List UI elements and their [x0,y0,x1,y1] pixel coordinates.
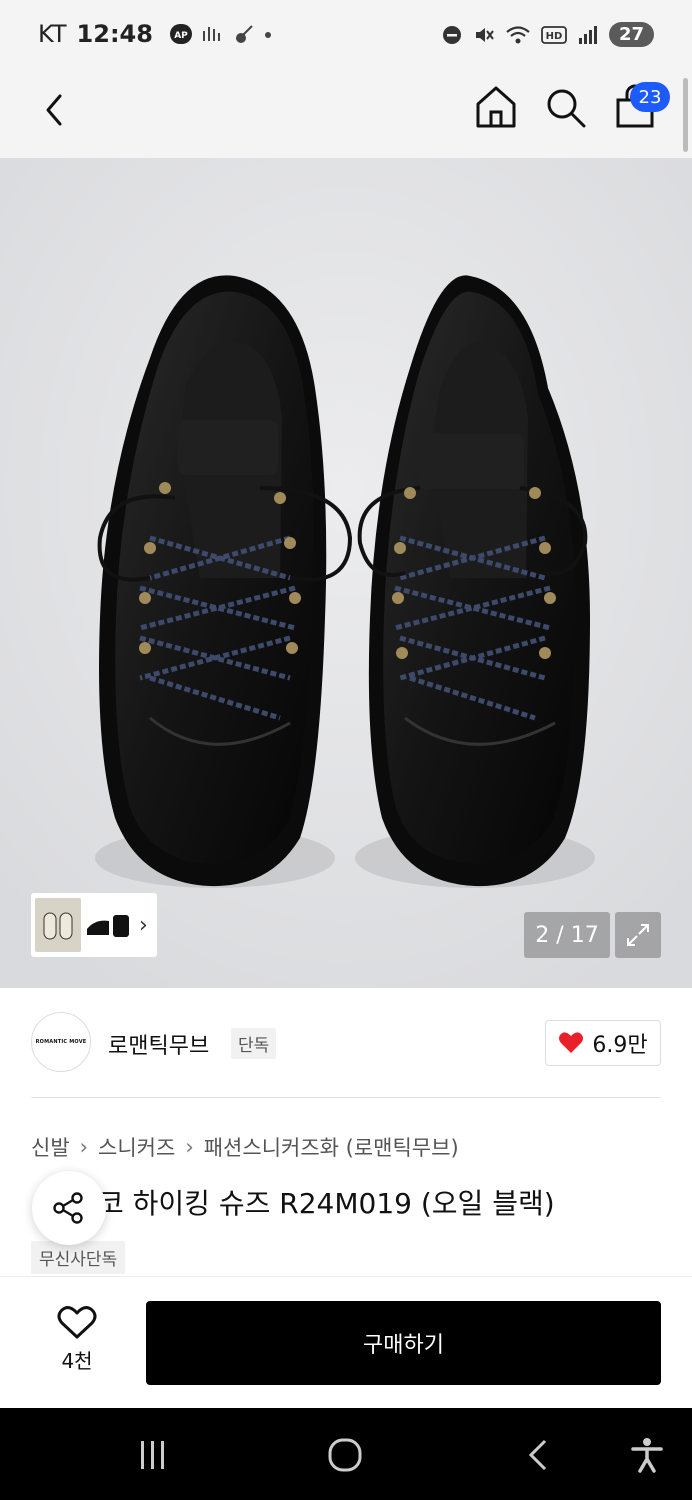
chevron-right-icon: › [79,1135,89,1159]
home-circle-icon [328,1438,362,1472]
search-icon [547,89,586,128]
status-left: KT 12:48 AP [38,20,273,48]
brand-logo-text: ROMANTIC MOVE [35,1039,87,1045]
search-button[interactable] [544,86,588,130]
product-title: 코 하이킹 슈즈 R24M019 (오일 블랙) [98,1187,555,1220]
svg-text:AP: AP [174,31,188,41]
shoe-thumbnail [43,912,73,940]
breadcrumb-item-sneakers[interactable]: 스니커즈 [98,1132,175,1162]
cart-count-badge: 23 [630,82,670,112]
purchase-bar: 4천 구매하기 [0,1276,692,1408]
shoe-thumbnail [87,915,129,937]
app-header [0,70,692,158]
chevron-left-icon [46,94,62,126]
scrollbar-thumb[interactable] [683,78,688,152]
back-button[interactable] [36,88,76,132]
exclusive-tag: 단독 [231,1028,277,1059]
status-bar: KT 12:48 AP HD 27 [0,0,692,70]
status-right: HD 27 [441,22,654,47]
home-icon [476,86,516,128]
share-icon [53,1192,83,1224]
accessibility-icon [631,1438,663,1473]
more-notifications-dot-icon [264,32,271,38]
brand-like-button[interactable]: 6.9만 [545,1020,661,1066]
chevron-left-icon [528,1439,547,1471]
variant-thumbnail-strip[interactable]: › [31,893,157,957]
breadcrumb-item-fashion-sneakers[interactable]: 패션스니커즈화 (로맨틱무브) [204,1132,459,1162]
battery-indicator: 27 [608,22,654,47]
brand-logo[interactable]: ROMANTIC MOVE [31,1012,91,1072]
variant-thumb-black[interactable] [85,898,131,952]
expand-icon [627,924,649,946]
hd-voice-icon: HD [541,25,567,44]
mute-icon [475,27,494,42]
recent-apps-icon [141,1441,164,1469]
accessibility-button[interactable] [624,1432,670,1478]
recent-apps-button[interactable] [130,1432,176,1478]
signal-icon [578,25,597,44]
breadcrumb-item-shoes[interactable]: 신발 [31,1132,70,1162]
chevron-right-icon: › [139,912,148,938]
product-image[interactable] [0,158,692,988]
brand-row: ROMANTIC MOVE 로맨틱무브 단독 6.9만 [31,1012,661,1074]
brand-like-count: 6.9만 [592,1033,648,1058]
breadcrumb: 신발 › 스니커즈 › 패션스니커즈화 (로맨틱무브) [31,1132,459,1162]
system-navigation-bar [0,1408,692,1500]
brand-name[interactable]: 로맨틱무브 [108,1028,209,1060]
guitar-icon [235,25,253,43]
status-icons-left: AP [169,23,273,45]
expand-image-button[interactable] [615,912,661,958]
home-button[interactable] [474,84,518,132]
app-notification-icon: AP [169,24,192,44]
heart-outline-icon [57,1306,97,1339]
wishlist-button[interactable]: 4천 [46,1305,108,1375]
back-nav-button[interactable] [516,1432,562,1478]
home-nav-button[interactable] [322,1432,368,1478]
chevron-right-icon: › [185,1135,194,1159]
wifi-icon [506,25,530,43]
share-button[interactable] [32,1171,106,1245]
musinsa-exclusive-badge: 무신사단독 [31,1241,126,1274]
audio-level-icon [202,27,220,41]
do-not-disturb-icon [442,25,461,44]
svg-text:HD: HD [546,31,563,42]
wishlist-count: 4천 [61,1349,93,1373]
buy-button[interactable]: 구매하기 [146,1301,661,1385]
variant-thumb-white[interactable] [35,898,81,952]
product-photo-shoes [0,158,692,988]
section-divider [31,1097,661,1098]
heart-filled-icon [559,1032,584,1053]
image-counter: 2 / 17 [524,912,610,958]
status-time: 12:48 [76,20,153,48]
carrier-label: KT [38,20,67,48]
